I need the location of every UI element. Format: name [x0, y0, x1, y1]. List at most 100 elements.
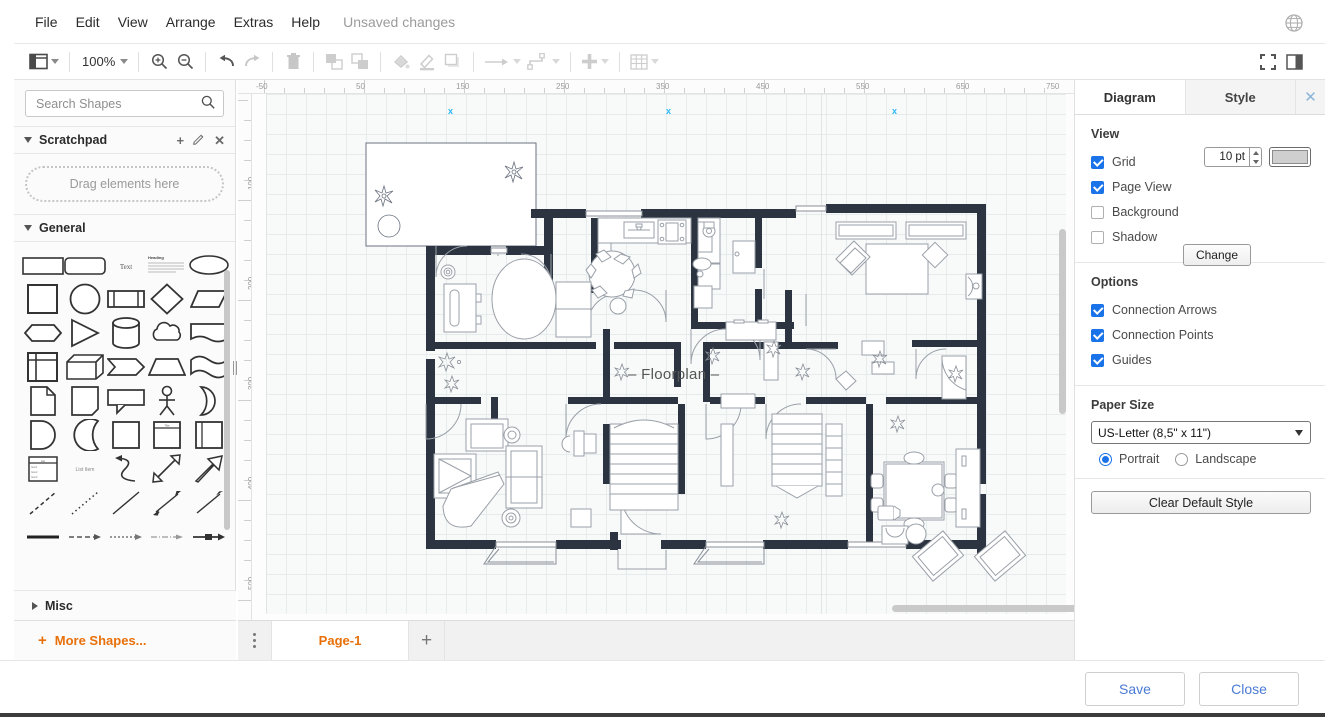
canvas-horizontal-scrollbar[interactable] [892, 605, 1074, 612]
floorplan-diagram[interactable] [266, 94, 1066, 614]
grid-size-group: 10 pt [1204, 147, 1311, 167]
shape-cloud[interactable] [146, 316, 188, 350]
pencil-icon[interactable] [193, 133, 205, 147]
background-checkbox[interactable] [1091, 205, 1104, 219]
shape-rounded-rectangle[interactable] [64, 248, 106, 282]
portrait-radio[interactable] [1099, 452, 1112, 466]
shape-curve-arrow[interactable] [106, 452, 146, 486]
shapes-panel-scrollbar[interactable] [224, 270, 230, 530]
scratchpad-dropzone[interactable]: Drag elements here [25, 166, 224, 202]
search-icon[interactable] [201, 95, 215, 112]
shape-circle[interactable] [64, 282, 106, 316]
close-icon[interactable]: ✕ [214, 134, 225, 147]
grid-checkbox[interactable] [1091, 155, 1104, 169]
shape-cube[interactable] [64, 350, 106, 384]
shape-text[interactable]: Text [106, 248, 146, 282]
shape-pac-man[interactable] [64, 418, 106, 452]
grid-size-stepper[interactable] [1249, 147, 1262, 167]
tab-style[interactable]: Style [1184, 80, 1295, 114]
menu-edit[interactable]: Edit [67, 10, 109, 34]
guides-checkbox[interactable] [1091, 353, 1104, 367]
shape-step[interactable] [106, 350, 146, 384]
shape-double-arrow[interactable] [146, 486, 188, 520]
shape-square[interactable] [22, 282, 64, 316]
shape-hexagon[interactable] [22, 316, 64, 350]
page-menu-icon[interactable] [238, 621, 272, 660]
diagram-canvas[interactable]: x x x – Floorplan – [252, 94, 1074, 620]
shape-d-shape[interactable] [22, 418, 64, 452]
shape-internal-storage[interactable] [22, 350, 64, 384]
menu-extras[interactable]: Extras [225, 10, 283, 34]
globe-icon[interactable] [1285, 14, 1303, 32]
shape-note[interactable] [22, 384, 64, 418]
diagram-title-label[interactable]: – Floorplan – [628, 366, 719, 383]
zoom-in-icon[interactable] [146, 48, 172, 76]
general-section-header[interactable]: General [14, 214, 235, 242]
dialog-footer: Save Close [0, 660, 1325, 717]
waypoints-icon [524, 48, 563, 76]
menu-arrange[interactable]: Arrange [157, 10, 225, 34]
shape-rhombus[interactable] [146, 282, 188, 316]
tab-diagram[interactable]: Diagram [1075, 80, 1185, 114]
menu-help[interactable]: Help [282, 10, 329, 34]
close-button[interactable]: Close [1199, 672, 1299, 706]
shape-triangle[interactable] [64, 316, 106, 350]
misc-section-header[interactable]: Misc [14, 590, 236, 620]
menu-file[interactable]: File [26, 10, 67, 34]
shape-list-item[interactable]: List Item [64, 452, 106, 486]
search-shapes-box[interactable] [25, 90, 224, 117]
panel-splitter-handle[interactable] [231, 360, 238, 376]
orientation-landscape[interactable]: Landscape [1175, 452, 1256, 466]
shape-rectangle[interactable] [22, 248, 64, 282]
shape-callout[interactable] [106, 384, 146, 418]
landscape-radio[interactable] [1175, 452, 1189, 466]
paper-size-select[interactable]: US-Letter (8,5" x 11") [1091, 421, 1311, 444]
layout-panels-icon[interactable] [26, 48, 62, 76]
shape-list-box[interactable]: List Item1 Item2 Item3 [22, 452, 64, 486]
connection-points-checkbox[interactable] [1091, 328, 1104, 342]
connection-arrows-row[interactable]: Connection Arrows [1091, 298, 1311, 322]
fullscreen-icon[interactable] [1255, 48, 1281, 76]
shape-actor[interactable] [146, 384, 188, 418]
scratchpad-section-header[interactable]: Scratchpad + ✕ [14, 126, 235, 154]
zoom-out-icon[interactable] [172, 48, 198, 76]
shape-dashed-line[interactable] [22, 486, 64, 520]
background-row[interactable]: Background [1091, 200, 1311, 224]
shape-container-box[interactable] [106, 418, 146, 452]
orientation-portrait[interactable]: Portrait [1099, 452, 1159, 466]
shape-card[interactable] [64, 384, 106, 418]
close-icon[interactable]: ✕ [1295, 80, 1325, 114]
shape-dotted-line[interactable] [64, 486, 106, 520]
shape-dashed-arrow[interactable] [64, 520, 106, 554]
plus-icon[interactable]: + [177, 134, 185, 147]
shape-dotted-arrow[interactable] [106, 520, 146, 554]
shape-cylinder[interactable] [106, 316, 146, 350]
shadow-checkbox[interactable] [1091, 230, 1104, 244]
shape-thick-line[interactable] [22, 520, 64, 554]
zoom-level-button[interactable]: 100% [77, 48, 131, 76]
page-view-row[interactable]: Page View [1091, 175, 1311, 199]
page-tab-page-1[interactable]: Page-1 [272, 621, 409, 660]
page-view-checkbox[interactable] [1091, 180, 1104, 194]
connection-points-row[interactable]: Connection Points [1091, 323, 1311, 347]
menu-view[interactable]: View [109, 10, 157, 34]
shape-trapezoid[interactable] [146, 350, 188, 384]
save-button[interactable]: Save [1085, 672, 1185, 706]
grid-size-input[interactable]: 10 pt [1204, 147, 1249, 167]
add-page-icon[interactable]: + [409, 621, 445, 660]
toggle-format-panel-icon[interactable] [1281, 48, 1307, 76]
shape-container-titled[interactable]: Title [146, 418, 188, 452]
shape-process[interactable] [106, 282, 146, 316]
connection-arrows-checkbox[interactable] [1091, 303, 1104, 317]
shape-heading-textblock[interactable]: Heading [146, 248, 188, 282]
search-input[interactable] [34, 95, 201, 112]
shape-plain-line[interactable] [106, 486, 146, 520]
shape-dash-dot-arrow[interactable] [146, 520, 188, 554]
guides-row[interactable]: Guides [1091, 348, 1311, 372]
more-shapes-button[interactable]: + More Shapes... [14, 620, 236, 660]
undo-icon[interactable] [213, 48, 239, 76]
shape-bidirectional-arrow[interactable] [146, 452, 188, 486]
grid-color-swatch[interactable] [1269, 147, 1311, 167]
clear-default-style-button[interactable]: Clear Default Style [1091, 491, 1311, 514]
canvas-vertical-scrollbar[interactable] [1059, 229, 1066, 414]
